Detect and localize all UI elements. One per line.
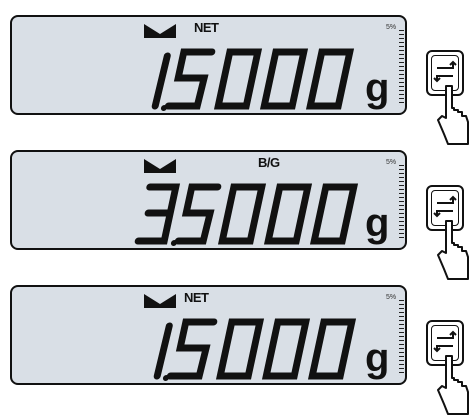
digit-0-a xyxy=(217,183,267,245)
bargraph: 5% xyxy=(386,22,404,112)
digit-0-a xyxy=(215,318,265,380)
digit-5 xyxy=(174,183,222,245)
digit-1 xyxy=(153,322,173,380)
digit-5 xyxy=(166,318,218,380)
digit-0-b xyxy=(259,48,309,110)
unit-label: g xyxy=(365,201,390,245)
tare-button-1[interactable] xyxy=(424,48,470,148)
weight-digits xyxy=(153,318,357,381)
digit-0-b xyxy=(261,318,311,380)
tare-button-2[interactable] xyxy=(424,183,470,283)
digit-0-a xyxy=(213,48,263,110)
weight-digits xyxy=(151,48,355,111)
digit-1 xyxy=(151,52,171,110)
digit-0-c xyxy=(307,318,357,380)
digit-0-c xyxy=(309,183,359,245)
scale-display-3: NET g 5% xyxy=(6,278,407,394)
tare-button-3[interactable] xyxy=(424,318,470,418)
digit-0-c xyxy=(305,48,355,110)
digit-3 xyxy=(134,183,181,245)
pressing-hand-icon xyxy=(437,355,469,415)
pressing-hand-icon xyxy=(437,85,469,145)
digit-0-b xyxy=(263,183,313,245)
unit-label: g xyxy=(365,336,390,380)
bargraph: 5% xyxy=(386,292,404,382)
bargraph: 5% xyxy=(386,157,404,247)
digit-5 xyxy=(164,48,216,110)
unit-label: g xyxy=(365,66,390,110)
scale-display-1: NET g 5% xyxy=(6,8,407,124)
pressing-hand-icon xyxy=(437,220,469,280)
scale-display-2: B/G g 5% xyxy=(6,143,407,259)
weight-digits xyxy=(134,183,359,246)
